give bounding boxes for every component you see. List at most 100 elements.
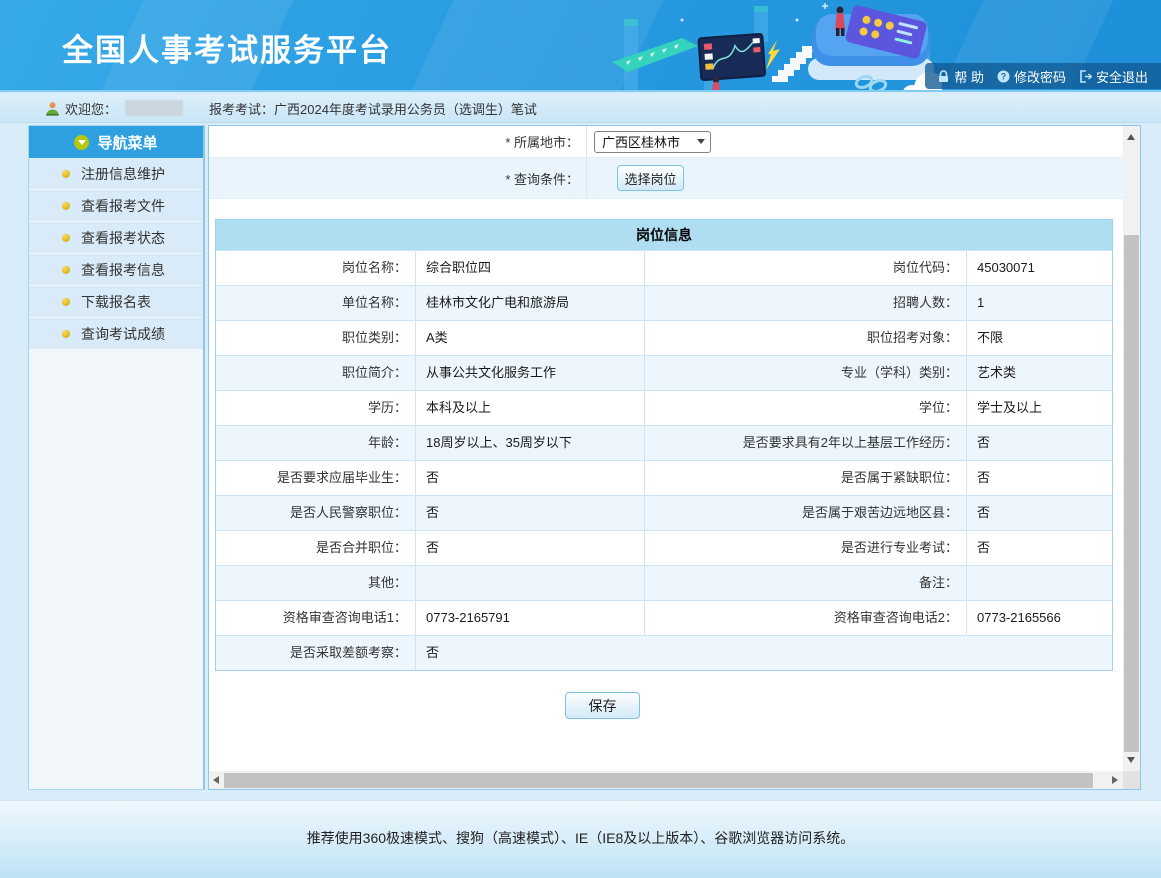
table-row: 职位类别：A类职位招考对象：不限	[216, 320, 1112, 355]
nav-menu-header[interactable]: 导航菜单	[29, 126, 203, 158]
field-label: 是否属于紧缺职位：	[644, 461, 966, 495]
page: 全国人事考试服务平台 帮 助 ? 修改密码 安全退出 欢迎您： 报考考试：广西2…	[0, 0, 1161, 878]
save-button[interactable]: 保存	[565, 692, 640, 719]
query-label: * 查询条件：	[209, 158, 586, 198]
field-value: 学士及以上	[966, 391, 1112, 425]
logout-link[interactable]: 安全退出	[1079, 67, 1148, 86]
city-select-value: 广西区桂林市	[602, 132, 680, 151]
nav-menu-title: 导航菜单	[97, 132, 157, 153]
position-info-table: 岗位信息 岗位名称：综合职位四岗位代码：45030071单位名称：桂林市文化广电…	[215, 219, 1113, 671]
horizontal-scrollbar-thumb[interactable]	[224, 773, 1093, 788]
browser-recommendation: 推荐使用360极速模式、搜狗（高速模式）、IE（IE8及以上版本）、谷歌浏览器访…	[307, 830, 855, 846]
scroll-down-icon[interactable]	[1127, 757, 1135, 763]
sidebar-item[interactable]: 查看报考状态	[29, 222, 203, 254]
field-label: 招聘人数：	[644, 286, 966, 320]
change-password-label: 修改密码	[1014, 67, 1066, 86]
field-label: 是否进行专业考试：	[644, 531, 966, 565]
redacted-username	[125, 100, 183, 116]
field-value: 本科及以上	[415, 391, 644, 425]
field-label: 是否采取差额考察：	[216, 636, 415, 670]
select-position-button[interactable]: 选择岗位	[617, 165, 684, 191]
change-password-link[interactable]: ? 修改密码	[997, 67, 1066, 86]
logout-label: 安全退出	[1096, 67, 1148, 86]
footer: 推荐使用360极速模式、搜狗（高速模式）、IE（IE8及以上版本）、谷歌浏览器访…	[0, 800, 1161, 878]
city-select[interactable]: 广西区桂林市	[594, 131, 711, 153]
field-label: 是否合并职位：	[216, 531, 415, 565]
query-control-cell: 选择岗位	[586, 158, 1123, 198]
field-label: 单位名称：	[216, 286, 415, 320]
chevron-down-icon	[697, 139, 705, 148]
sidebar-item[interactable]: 查看报考信息	[29, 254, 203, 286]
logout-icon	[1079, 70, 1092, 83]
table-row: 岗位名称：综合职位四岗位代码：45030071	[216, 250, 1112, 285]
bullet-icon	[62, 298, 70, 306]
field-value: 0773-2165791	[415, 601, 644, 635]
svg-text:?: ?	[1001, 71, 1007, 81]
scroll-up-icon[interactable]	[1127, 134, 1135, 140]
vertical-scrollbar[interactable]	[1123, 126, 1140, 771]
field-value: 艺术类	[966, 356, 1112, 390]
field-label: 备注：	[644, 566, 966, 600]
field-label: 资格审查咨询电话1：	[216, 601, 415, 635]
sidebar-item-label: 查询考试成绩	[81, 324, 165, 344]
scroll-right-icon[interactable]	[1112, 776, 1118, 784]
question-icon: ?	[997, 70, 1010, 83]
sidebar-item-label: 查看报考信息	[81, 260, 165, 280]
field-value: 1	[966, 286, 1112, 320]
bullet-icon	[62, 234, 70, 242]
utility-bar: 帮 助 ? 修改密码 安全退出	[925, 63, 1161, 89]
collapse-icon	[74, 135, 89, 150]
table-row: 是否采取差额考察：否	[216, 635, 1112, 670]
sidebar: 导航菜单 注册信息维护查看报考文件查看报考状态查看报考信息下载报名表查询考试成绩	[28, 125, 205, 790]
user-avatar-icon	[45, 101, 60, 116]
field-value	[966, 566, 1112, 600]
sidebar-item-label: 注册信息维护	[81, 164, 165, 184]
table-row: 单位名称：桂林市文化广电和旅游局招聘人数：1	[216, 285, 1112, 320]
field-value: 从事公共文化服务工作	[415, 356, 644, 390]
field-label: 职位简介：	[216, 356, 415, 390]
table-row: 是否要求应届毕业生：否是否属于紧缺职位：否	[216, 460, 1112, 495]
field-value: 否	[415, 461, 644, 495]
field-value: 否	[966, 426, 1112, 460]
table-row: 资格审查咨询电话1：0773-2165791资格审查咨询电话2：0773-216…	[216, 600, 1112, 635]
welcome-bar: 欢迎您： 报考考试：广西2024年度考试录用公务员（选调生）笔试	[0, 94, 1161, 123]
nav-items: 注册信息维护查看报考文件查看报考状态查看报考信息下载报名表查询考试成绩	[29, 158, 203, 350]
city-control-cell: 广西区桂林市	[586, 126, 1123, 157]
table-row: 其他： 备注：	[216, 565, 1112, 600]
sidebar-item-label: 查看报考状态	[81, 228, 165, 248]
field-value: 否	[415, 531, 644, 565]
field-value: 45030071	[966, 251, 1112, 285]
field-label: 其他：	[216, 566, 415, 600]
query-form-row: * 查询条件： 选择岗位	[209, 158, 1123, 199]
sidebar-item-label: 下载报名表	[81, 292, 151, 312]
sidebar-item[interactable]: 下载报名表	[29, 286, 203, 318]
sidebar-item[interactable]: 注册信息维护	[29, 158, 203, 190]
field-label: 学位：	[644, 391, 966, 425]
field-value: 否	[966, 461, 1112, 495]
table-rows: 岗位名称：综合职位四岗位代码：45030071单位名称：桂林市文化广电和旅游局招…	[216, 250, 1112, 670]
field-label: 是否要求具有2年以上基层工作经历：	[644, 426, 966, 460]
field-value: 桂林市文化广电和旅游局	[415, 286, 644, 320]
scroll-left-icon[interactable]	[213, 776, 219, 784]
field-value: A类	[415, 321, 644, 355]
field-label: 学历：	[216, 391, 415, 425]
field-value: 18周岁以上、35周岁以下	[415, 426, 644, 460]
field-label: 岗位名称：	[216, 251, 415, 285]
horizontal-scrollbar[interactable]	[209, 771, 1123, 789]
bullet-icon	[62, 330, 70, 338]
bullet-icon	[62, 170, 70, 178]
sidebar-item-label: 查看报考文件	[81, 196, 165, 216]
city-label: * 所属地市：	[209, 126, 586, 157]
help-link[interactable]: 帮 助	[937, 67, 984, 86]
sidebar-item[interactable]: 查询考试成绩	[29, 318, 203, 350]
table-row: 学历：本科及以上学位：学士及以上	[216, 390, 1112, 425]
field-label: 专业（学科）类别：	[644, 356, 966, 390]
field-value: 综合职位四	[415, 251, 644, 285]
field-label: 职位类别：	[216, 321, 415, 355]
content-panel: * 所属地市： 广西区桂林市 * 查询条件： 选择岗位 岗位信息 岗位名称：综合…	[208, 125, 1141, 790]
vertical-scrollbar-thumb[interactable]	[1124, 235, 1139, 752]
sidebar-item[interactable]: 查看报考文件	[29, 190, 203, 222]
field-value: 不限	[966, 321, 1112, 355]
field-value: 否	[415, 636, 1112, 670]
page-title: 全国人事考试服务平台	[62, 25, 392, 70]
